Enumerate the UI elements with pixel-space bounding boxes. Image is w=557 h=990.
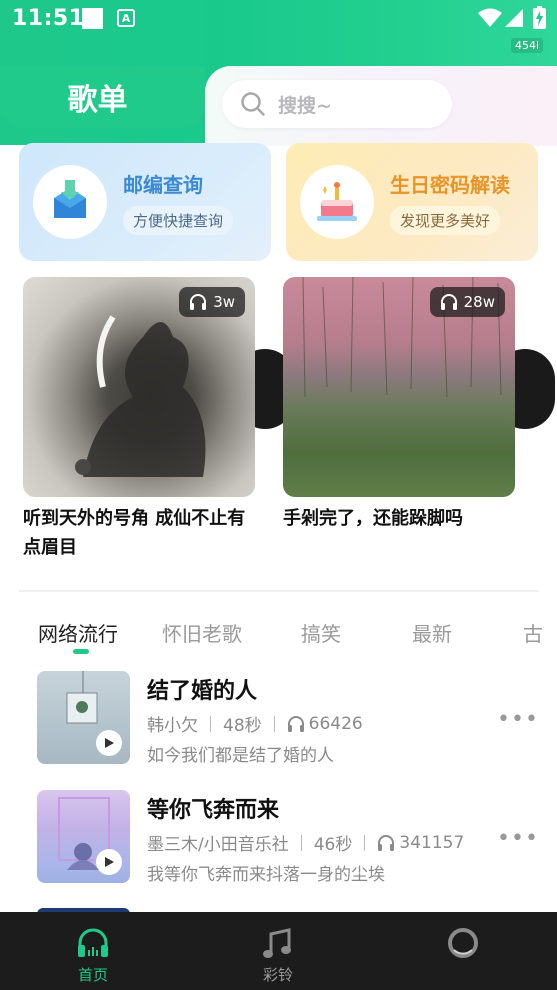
tab-nostalgic[interactable]: 怀旧老歌	[162, 618, 242, 647]
song-description: 如今我们都是结了婚的人	[147, 746, 334, 766]
section-divider	[19, 590, 539, 592]
more-options-icon[interactable]: •••	[497, 826, 539, 851]
play-count-badge: 3w	[179, 287, 245, 317]
play-icon[interactable]	[96, 730, 122, 756]
song-cover	[37, 671, 130, 764]
playlist-cover: 28w	[283, 277, 515, 497]
battery-charging-icon	[533, 6, 546, 29]
playlist-cover: 3w	[23, 277, 255, 497]
song-meta: 墨三木/小田音乐社 46秒 341157	[147, 830, 465, 856]
song-title: 等你飞奔而来	[147, 798, 280, 823]
page-title-tab[interactable]: 歌单	[0, 66, 205, 128]
song-cover	[37, 790, 130, 883]
play-count: 3w	[213, 293, 235, 311]
list-item[interactable]: 等你飞奔而来 墨三木/小田音乐社 46秒 341157 我等你飞奔而来抖落一身的…	[37, 790, 539, 886]
wifi-icon	[478, 8, 502, 27]
song-meta: 韩小欠 48秒 66426	[147, 711, 363, 737]
tab-funny[interactable]: 搞笑	[301, 618, 341, 647]
headphones-icon	[287, 715, 304, 732]
postal-card-title: 邮编查询	[123, 173, 203, 197]
more-options-icon[interactable]: •••	[497, 707, 539, 732]
birthday-card-title: 生日密码解读	[390, 173, 510, 197]
postal-code-card[interactable]: 邮编查询 方便快捷查询	[19, 143, 271, 261]
meta-separator	[273, 715, 275, 732]
song-duration: 46秒	[313, 835, 353, 855]
tab-ancient[interactable]: 古	[523, 618, 543, 647]
status-bar: 11:51 A 454l	[0, 0, 557, 53]
network-speed: 454l	[511, 38, 544, 53]
playlist-title: 听到天外的号角 成仙不止有点眉目	[23, 508, 246, 558]
nav-home[interactable]: 首页	[33, 912, 153, 990]
headphones-icon	[78, 928, 108, 957]
tab-latest[interactable]: 最新	[412, 618, 452, 647]
song-artist: 墨三木/小田音乐社	[147, 835, 289, 855]
postal-card-subtitle: 方便快捷查询	[123, 206, 234, 235]
nav-ringtone-label: 彩铃	[262, 966, 293, 984]
play-count: 28w	[463, 293, 495, 311]
nav-profile[interactable]	[403, 912, 523, 990]
playlist-card[interactable]: 3w 听到天外的号角 成仙不止有点眉目	[23, 277, 295, 563]
a-notification-icon: A	[117, 9, 135, 27]
song-title: 结了婚的人	[147, 679, 258, 704]
birthday-password-card[interactable]: 生日密码解读 发现更多美好	[286, 143, 538, 261]
notification-square-icon	[82, 8, 103, 29]
tab-network-popular[interactable]: 网络流行	[38, 618, 118, 647]
meta-separator	[210, 715, 211, 732]
status-time: 11:51	[12, 6, 85, 31]
headphones-icon	[440, 294, 457, 310]
meta-separator	[364, 834, 366, 851]
signal-icon	[505, 9, 523, 27]
playlist-title: 手剁完了，还能跺脚吗	[283, 508, 463, 529]
active-tab-indicator	[73, 649, 89, 654]
song-description: 我等你飞奔而来抖落一身的尘埃	[147, 865, 385, 885]
meta-separator	[300, 834, 302, 851]
song-plays: 66426	[308, 713, 363, 734]
cake-icon	[300, 165, 374, 239]
nav-home-label: 首页	[77, 966, 108, 984]
search-icon	[241, 92, 265, 116]
headphones-icon	[378, 834, 395, 851]
bottom-navigation: 首页 彩铃	[0, 912, 557, 990]
play-icon[interactable]	[96, 849, 122, 875]
list-item[interactable]: 结了婚的人 韩小欠 48秒 66426 如今我们都是结了婚的人 •••	[37, 671, 539, 767]
search-placeholder: 搜搜~	[278, 94, 332, 117]
song-duration: 48秒	[223, 716, 262, 736]
ring-icon	[448, 928, 478, 958]
search-input[interactable]: 搜搜~	[222, 80, 452, 128]
birthday-card-subtitle: 发现更多美好	[390, 206, 501, 235]
headphones-icon	[190, 294, 207, 310]
play-count-badge: 28w	[429, 287, 505, 317]
mailbox-icon	[33, 165, 107, 239]
song-plays: 341157	[399, 832, 465, 853]
nav-ringtone[interactable]: 彩铃	[218, 912, 338, 990]
playlist-card[interactable]: 28w 手剁完了，还能跺脚吗	[283, 277, 555, 534]
page-title: 歌单	[67, 83, 128, 118]
music-note-icon	[263, 928, 291, 958]
song-artist: 韩小欠	[147, 716, 198, 736]
